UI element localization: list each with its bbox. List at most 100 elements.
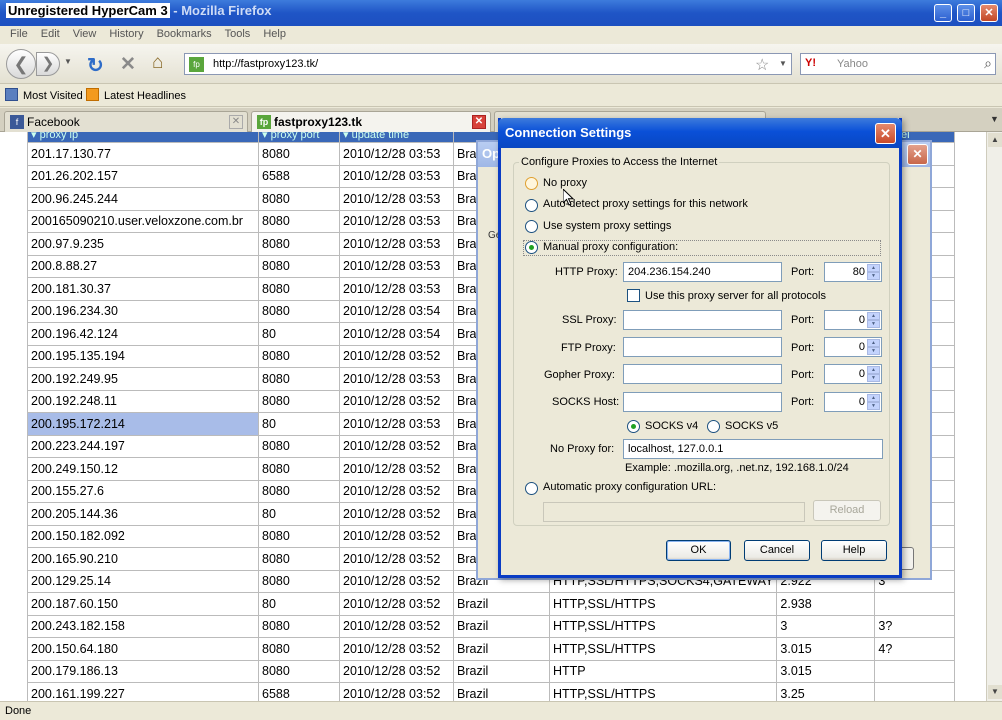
ftp-port-value[interactable]: 0 <box>859 341 865 353</box>
search-engine-icon[interactable]: Y! <box>805 57 816 69</box>
spin-up-icon[interactable]: ▲ <box>867 264 880 272</box>
socks-port-value[interactable]: 0 <box>859 396 865 408</box>
http-port-value[interactable]: 80 <box>853 266 865 278</box>
scroll-down-icon[interactable]: ▼ <box>988 685 1002 699</box>
ftp-proxy-input[interactable] <box>623 337 782 357</box>
url-dropdown-icon[interactable]: ▼ <box>779 59 787 68</box>
no-proxy-for-input[interactable]: localhost, 127.0.0.1 <box>623 439 883 459</box>
gopher-port-stepper[interactable]: 0 ▲ ▼ <box>824 364 882 384</box>
ok-button[interactable]: OK <box>666 540 731 561</box>
table-cell: 200.155.27.6 <box>27 479 259 503</box>
gopher-port-value[interactable]: 0 <box>859 368 865 380</box>
no-proxy-label[interactable]: No proxy <box>543 177 587 189</box>
ssl-port-stepper[interactable]: 0 ▲ ▼ <box>824 310 882 330</box>
ftp-port-stepper[interactable]: 0 ▲ ▼ <box>824 337 882 357</box>
tab-list-icon[interactable]: ▼ <box>990 114 999 124</box>
system-proxy-radio[interactable] <box>525 220 538 233</box>
menu-view[interactable]: View <box>70 28 100 40</box>
spin-up-icon[interactable]: ▲ <box>867 312 880 320</box>
forward-button[interactable]: ❯ <box>36 52 60 76</box>
dialog-close-icon[interactable]: ✕ <box>875 123 896 144</box>
spin-up-icon[interactable]: ▲ <box>867 366 880 374</box>
system-proxy-label[interactable]: Use system proxy settings <box>543 220 671 232</box>
back-button[interactable]: ❮ <box>6 49 36 79</box>
http-proxy-input[interactable]: 204.236.154.240 <box>623 262 782 282</box>
url-bar[interactable]: fp http://fastproxy123.tk/ ☆ ▼ <box>184 53 792 75</box>
vertical-scrollbar[interactable]: ▲ ▼ <box>986 132 1002 701</box>
table-cell: HTTP <box>548 659 778 683</box>
spin-down-icon[interactable]: ▼ <box>867 320 880 328</box>
url-text[interactable]: http://fastproxy123.tk/ <box>213 58 318 70</box>
same-proxy-label[interactable]: Use this proxy server for all protocols <box>645 290 826 302</box>
reload-icon[interactable]: ↻ <box>87 53 104 78</box>
socks-port-stepper[interactable]: 0 ▲ ▼ <box>824 392 882 412</box>
table-cell: HTTP,SSL/HTTPS <box>548 614 778 638</box>
no-proxy-radio[interactable] <box>525 177 538 190</box>
bookmark-most-visited[interactable]: Most Visited <box>5 88 83 102</box>
maximize-button[interactable]: □ <box>957 4 975 22</box>
column-header[interactable]: ▾ proxy ip <box>27 132 259 143</box>
dialog-title-bar[interactable]: Connection Settings ✕ <box>498 118 902 148</box>
home-icon[interactable]: ⌂ <box>152 52 163 74</box>
window-title-bar[interactable]: Unregistered HyperCam 3 - Mozilla Firefo… <box>0 0 1002 26</box>
rss-feed-icon <box>86 88 99 101</box>
table-cell: 200.192.249.95 <box>27 367 259 391</box>
search-input[interactable]: Yahoo <box>837 58 868 70</box>
table-cell: 2010/12/28 03:52 <box>339 659 454 683</box>
spin-down-icon[interactable]: ▼ <box>867 402 880 410</box>
spin-up-icon[interactable]: ▲ <box>867 339 880 347</box>
auto-config-url-input[interactable] <box>543 502 805 522</box>
socks-v5-radio[interactable] <box>707 420 720 433</box>
spin-down-icon[interactable]: ▼ <box>867 272 880 280</box>
auto-config-url-label[interactable]: Automatic proxy configuration URL: <box>543 481 716 493</box>
menu-edit[interactable]: Edit <box>38 28 63 40</box>
menu-bookmarks[interactable]: Bookmarks <box>154 28 215 40</box>
column-header[interactable]: ▾ update time <box>339 132 454 143</box>
table-cell: 2010/12/28 03:53 <box>339 187 454 211</box>
manual-proxy-label[interactable]: Manual proxy configuration: <box>543 241 678 253</box>
table-cell: 80 <box>258 592 340 616</box>
reload-button[interactable]: Reload <box>813 500 881 521</box>
http-port-stepper[interactable]: 80 ▲ ▼ <box>824 262 882 282</box>
socks-v4-label[interactable]: SOCKS v4 <box>645 420 698 432</box>
bookmark-star-icon[interactable]: ☆ <box>755 55 769 75</box>
scroll-up-icon[interactable]: ▲ <box>988 133 1002 147</box>
table-cell: 2010/12/28 03:53 <box>339 164 454 188</box>
menu-tools[interactable]: Tools <box>222 28 254 40</box>
table-cell: 3.25 <box>776 682 876 701</box>
manual-proxy-radio[interactable] <box>525 241 538 254</box>
tab-fastproxy[interactable]: fp fastproxy123.tk ✕ <box>251 111 491 133</box>
search-icon[interactable]: ⌕ <box>984 55 992 72</box>
help-button[interactable]: Help <box>821 540 887 561</box>
options-close-icon[interactable]: ✕ <box>907 144 928 165</box>
spin-up-icon[interactable]: ▲ <box>867 394 880 402</box>
column-header[interactable]: ▾ proxy port <box>258 132 340 143</box>
ssl-port-value[interactable]: 0 <box>859 314 865 326</box>
auto-config-url-radio[interactable] <box>525 482 538 495</box>
menu-history[interactable]: History <box>106 28 146 40</box>
ssl-proxy-input[interactable] <box>623 310 782 330</box>
same-proxy-checkbox[interactable] <box>627 289 640 302</box>
bookmark-latest-headlines[interactable]: Latest Headlines <box>86 88 186 102</box>
socks-v5-label[interactable]: SOCKS v5 <box>725 420 778 432</box>
table-cell: 201.17.130.77 <box>27 142 259 166</box>
socks-v4-radio[interactable] <box>627 420 640 433</box>
gopher-proxy-input[interactable] <box>623 364 782 384</box>
menu-file[interactable]: File <box>7 28 31 40</box>
tab-close-icon[interactable]: ✕ <box>229 115 243 129</box>
cancel-button[interactable]: Cancel <box>744 540 810 561</box>
socks-host-input[interactable] <box>623 392 782 412</box>
minimize-button[interactable]: _ <box>934 4 952 22</box>
close-button[interactable]: ✕ <box>980 4 998 22</box>
table-cell: 6588 <box>258 164 340 188</box>
spin-down-icon[interactable]: ▼ <box>867 347 880 355</box>
tab-close-icon[interactable]: ✕ <box>472 115 486 129</box>
socks-port-label: Port: <box>791 396 815 408</box>
stop-icon[interactable]: ✕ <box>120 53 136 76</box>
search-bar[interactable]: Y! Yahoo ⌕ <box>800 53 996 75</box>
history-dropdown-icon[interactable]: ▼ <box>64 57 72 66</box>
auto-detect-radio[interactable] <box>525 199 538 212</box>
spin-down-icon[interactable]: ▼ <box>867 374 880 382</box>
tab-facebook[interactable]: f Facebook ✕ <box>4 111 248 132</box>
menu-help[interactable]: Help <box>260 28 289 40</box>
